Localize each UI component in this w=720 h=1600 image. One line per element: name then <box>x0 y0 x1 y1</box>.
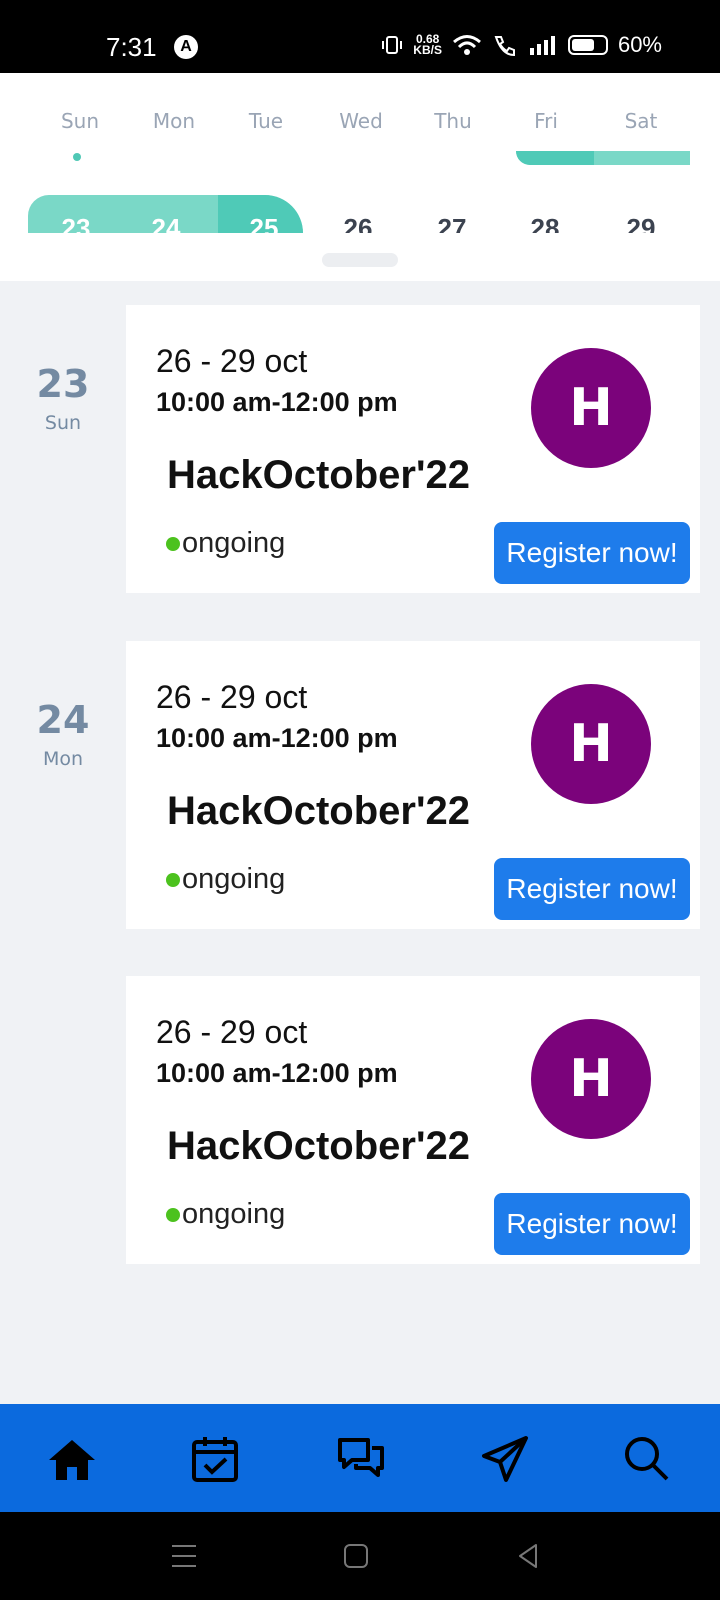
weekday-tue[interactable]: Tue <box>226 109 306 133</box>
navigation-app-icon: A <box>174 35 198 59</box>
weekday-wed[interactable]: Wed <box>321 109 401 133</box>
wifi-calling-icon <box>494 36 515 57</box>
system-navigation-bar <box>0 1512 720 1600</box>
home-icon[interactable] <box>47 1434 97 1484</box>
battery-icon <box>567 35 608 55</box>
register-now-button[interactable]: Register now! <box>494 1193 690 1255</box>
event-title: HackOctober'22 <box>167 453 470 497</box>
home-button-icon[interactable] <box>340 1540 372 1572</box>
event-status: ongoing <box>166 1198 285 1231</box>
day-number: 24 <box>36 698 90 742</box>
day-label: 23 Sun <box>20 362 106 434</box>
weekday-sun[interactable]: Sun <box>40 109 120 133</box>
date-number: 25 <box>249 213 279 233</box>
day-name: Mon <box>42 748 84 770</box>
event-card[interactable]: 26 - 29 oct 10:00 am-12:00 pm HackOctobe… <box>126 976 700 1264</box>
network-speed: 0.68 KB/S <box>413 33 442 57</box>
status-dot-icon <box>166 872 180 887</box>
date-cell[interactable]: 27 <box>412 211 492 233</box>
status-dot-icon <box>166 1207 180 1222</box>
event-logo: H <box>531 684 651 804</box>
bottom-navigation <box>0 1404 720 1512</box>
network-speed-unit: KB/S <box>413 43 442 57</box>
status-bar: 7:31 A 0.68 KB/S 60% <box>0 0 720 73</box>
event-status: ongoing <box>166 527 285 560</box>
event-logo: H <box>531 348 651 468</box>
event-title: HackOctober'22 <box>167 789 470 833</box>
date-number: 26 <box>343 213 373 233</box>
search-icon[interactable] <box>622 1434 672 1484</box>
status-indicators: 0.68 KB/S 60% <box>381 32 662 58</box>
event-time: 10:00 am-12:00 pm <box>156 723 398 753</box>
selected-range-start <box>516 151 594 165</box>
event-card[interactable]: 26 - 29 oct 10:00 am-12:00 pm HackOctobe… <box>126 305 700 593</box>
send-icon[interactable] <box>480 1434 530 1484</box>
selected-range-highlight <box>516 151 690 165</box>
weekday-thu[interactable]: Thu <box>413 109 493 133</box>
date-cell[interactable]: 23 <box>36 211 116 233</box>
today-indicator <box>73 153 81 161</box>
event-time: 10:00 am-12:00 pm <box>156 1058 398 1088</box>
date-number: 28 <box>530 213 560 233</box>
event-status-label: ongoing <box>182 1198 286 1230</box>
event-time: 10:00 am-12:00 pm <box>156 387 398 417</box>
register-now-button[interactable]: Register now! <box>494 858 690 920</box>
battery-percent: 60% <box>617 32 662 57</box>
chat-icon[interactable] <box>336 1434 386 1484</box>
day-name: Sun <box>44 412 82 434</box>
date-cell[interactable]: 28 <box>505 211 585 233</box>
event-title: HackOctober'22 <box>167 1124 470 1168</box>
event-status: ongoing <box>166 863 285 896</box>
back-icon[interactable] <box>512 1540 544 1572</box>
recents-icon[interactable] <box>168 1540 200 1572</box>
date-number: 24 <box>151 213 181 233</box>
weekday-fri[interactable]: Fri <box>506 109 586 133</box>
date-cell[interactable]: 24 <box>126 211 206 233</box>
date-number: 27 <box>437 213 467 233</box>
weekday-mon[interactable]: Mon <box>134 109 214 133</box>
day-label: 24 Mon <box>20 698 106 770</box>
calendar-icon[interactable] <box>190 1434 240 1484</box>
event-logo: H <box>531 1019 651 1139</box>
status-time: 7:31 <box>106 32 157 62</box>
vibrate-icon <box>382 36 403 54</box>
date-cell[interactable]: 25 <box>224 211 304 233</box>
event-status-label: ongoing <box>182 863 286 895</box>
event-status-label: ongoing <box>182 527 286 559</box>
weekday-sat[interactable]: Sat <box>601 109 681 133</box>
event-dates: 26 - 29 oct <box>156 679 308 715</box>
status-dot-icon <box>166 536 180 551</box>
date-number: 23 <box>61 213 91 233</box>
wifi-icon <box>452 35 481 55</box>
date-cell[interactable]: 29 <box>601 211 681 233</box>
day-number: 23 <box>36 362 90 406</box>
event-dates: 26 - 29 oct <box>156 1014 308 1050</box>
signal-icon <box>529 36 555 55</box>
week-calendar: Sun Mon Tue Wed Thu Fri Sat 23 24 25 26 … <box>0 73 720 281</box>
event-card[interactable]: 26 - 29 oct 10:00 am-12:00 pm HackOctobe… <box>126 641 700 929</box>
event-dates: 26 - 29 oct <box>156 343 308 379</box>
date-number: 29 <box>626 213 656 233</box>
register-now-button[interactable]: Register now! <box>494 522 690 584</box>
date-cell[interactable]: 26 <box>318 211 398 233</box>
calendar-drag-handle[interactable] <box>322 253 398 267</box>
